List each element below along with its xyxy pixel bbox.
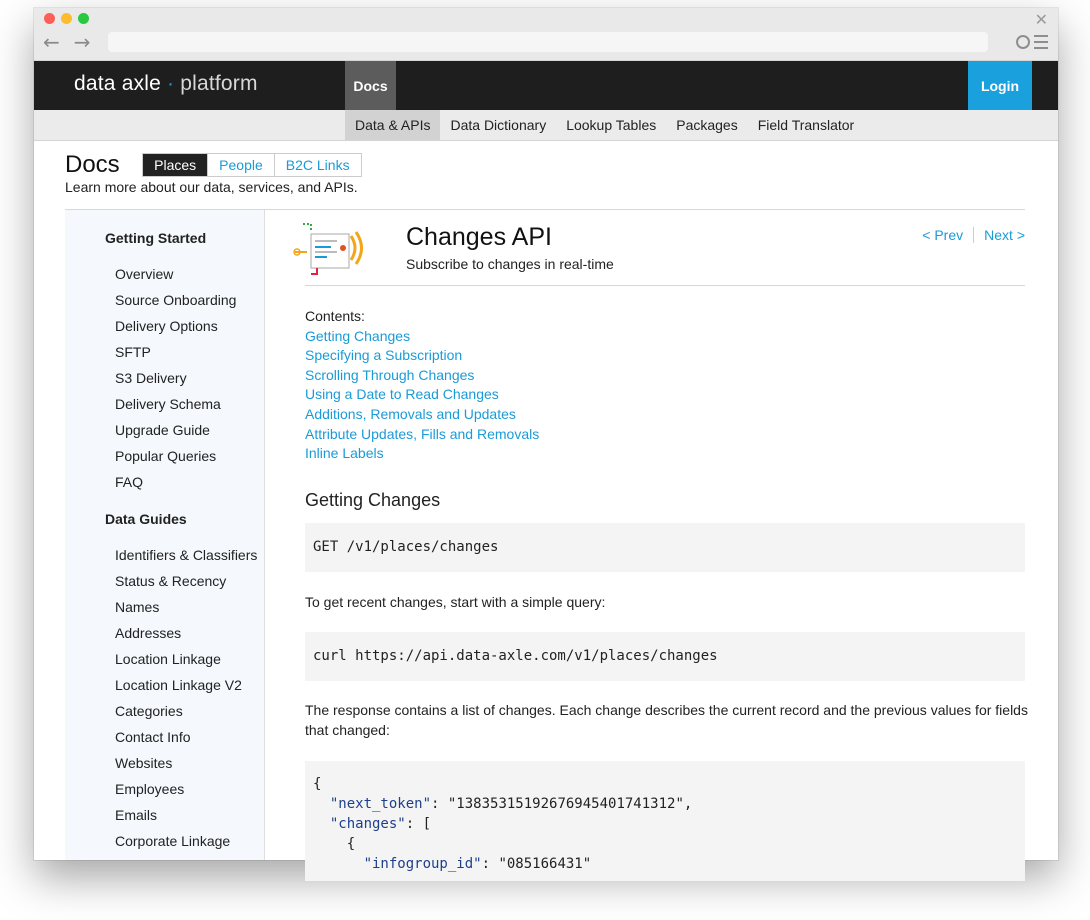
section-heading: Getting Changes — [305, 490, 441, 510]
code-key: "next_token" — [329, 796, 432, 812]
logo-text: data axle — [74, 72, 162, 95]
browser-chrome: ← → ✕ — [34, 8, 1058, 61]
sidebar-item[interactable]: Location Linkage — [115, 651, 221, 667]
code-key: "infogroup_id" — [363, 856, 482, 872]
next-link[interactable]: Next > — [974, 227, 1025, 243]
sidebar-item[interactable]: Status & Recency — [115, 573, 226, 589]
toc-link[interactable]: Inline Labels — [305, 444, 539, 464]
sidebar-group-title: Getting Started — [105, 230, 207, 246]
dataset-switcher: Places People B2C Links — [142, 153, 362, 177]
window-controls — [44, 13, 89, 24]
page-title: Changes API — [406, 223, 552, 251]
sidebar-item[interactable]: Location Linkage V2 — [115, 677, 242, 693]
segment-people[interactable]: People — [207, 154, 274, 176]
code-line: { — [313, 776, 322, 792]
code-value: : "085166431" — [481, 856, 592, 872]
segment-places[interactable]: Places — [143, 154, 208, 176]
sidebar-item[interactable]: Categories — [115, 703, 183, 719]
sidebar: Getting Started Overview Source Onboarding… — [65, 210, 265, 860]
code-value: : [ — [405, 816, 432, 832]
toc-link[interactable]: Additions, Removals and Updates — [305, 405, 539, 425]
page-subtitle: Subscribe to changes in real-time — [406, 256, 614, 272]
data-axle-logo[interactable]: data axle · platform — [74, 72, 258, 96]
toc-link[interactable]: Getting Changes — [305, 327, 539, 347]
subnav-item[interactable]: Packages — [666, 110, 747, 140]
forward-arrow-icon[interactable]: → — [74, 30, 91, 54]
segment-b2c-links[interactable]: B2C Links — [273, 154, 361, 176]
sidebar-item[interactable]: Names — [115, 599, 159, 615]
subnav-item[interactable]: Lookup Tables — [556, 110, 666, 140]
toc-link[interactable]: Using a Date to Read Changes — [305, 385, 539, 405]
subnav-item[interactable]: Data & APIs — [345, 110, 441, 140]
minimize-window-button[interactable] — [61, 13, 72, 24]
sidebar-item[interactable]: Corporate Linkage — [115, 833, 230, 849]
docs-heading: Docs Places People B2C Links — [65, 151, 362, 179]
sidebar-item[interactable]: S3 Delivery — [115, 370, 187, 386]
browser-nav: ← → — [43, 30, 91, 54]
sidebar-item[interactable]: FAQ — [115, 474, 143, 490]
paragraph: The response contains a list of changes.… — [305, 702, 1028, 738]
sidebar-group-title: Data Guides — [105, 511, 187, 527]
code-key: "changes" — [329, 816, 406, 832]
code-value: : "13835315192676945401741312", — [431, 796, 693, 812]
reader-circle-icon[interactable] — [1016, 35, 1030, 49]
sub-navigation: Data & APIs Data Dictionary Lookup Tables P… — [34, 110, 1058, 141]
subnav-item[interactable]: Field Translator — [748, 110, 864, 140]
docs-title: Docs — [65, 151, 120, 178]
divider — [305, 285, 1025, 286]
sidebar-item[interactable]: Emails — [115, 807, 157, 823]
pager: < Prev Next > — [922, 227, 1025, 243]
address-bar[interactable] — [108, 32, 988, 52]
sidebar-item[interactable]: Upgrade Guide — [115, 422, 210, 438]
code-block-json: { "next_token": "13835315192676945401741… — [305, 761, 1025, 881]
code-block-endpoint: GET /v1/places/changes — [305, 523, 1025, 572]
sidebar-item[interactable]: Delivery Options — [115, 318, 218, 334]
nav-docs-tab[interactable]: Docs — [345, 61, 396, 110]
sidebar-item[interactable]: Delivery Schema — [115, 396, 221, 412]
table-of-contents: Contents: Getting Changes Specifying a Su… — [305, 307, 539, 464]
browser-menu-icon[interactable] — [1034, 35, 1048, 49]
contents-label: Contents: — [305, 308, 365, 324]
prev-link[interactable]: < Prev — [922, 227, 975, 243]
sidebar-item[interactable]: Overview — [115, 266, 173, 282]
close-window-button[interactable] — [44, 13, 55, 24]
sidebar-item[interactable]: Contact Info — [115, 729, 191, 745]
logo-separator: · — [167, 72, 175, 95]
login-button[interactable]: Login — [968, 61, 1032, 110]
site-header: data axle · platform Docs Login — [34, 61, 1058, 110]
toc-link[interactable]: Scrolling Through Changes — [305, 366, 539, 386]
code-block-curl: curl https://api.data-axle.com/v1/places… — [305, 632, 1025, 681]
sidebar-item[interactable]: Popular Queries — [115, 448, 216, 464]
sidebar-item[interactable]: Employees — [115, 781, 184, 797]
logo-platform-text: platform — [180, 72, 258, 95]
code-line: { — [346, 836, 356, 852]
sidebar-item[interactable]: Websites — [115, 755, 172, 771]
sidebar-item[interactable]: SFTP — [115, 344, 151, 360]
changes-api-icon — [293, 223, 363, 275]
close-tab-icon[interactable]: ✕ — [1035, 10, 1048, 29]
sidebar-item[interactable]: Identifiers & Classifiers — [115, 547, 257, 563]
sidebar-item[interactable]: Source Onboarding — [115, 292, 236, 308]
subnav-item[interactable]: Data Dictionary — [440, 110, 556, 140]
paragraph: To get recent changes, start with a simp… — [305, 594, 606, 610]
back-arrow-icon[interactable]: ← — [43, 30, 60, 54]
sidebar-item[interactable]: Addresses — [115, 625, 181, 641]
toc-link[interactable]: Specifying a Subscription — [305, 346, 539, 366]
docs-subtitle: Learn more about our data, services, and… — [65, 179, 358, 195]
toc-link[interactable]: Attribute Updates, Fills and Removals — [305, 425, 539, 445]
maximize-window-button[interactable] — [78, 13, 89, 24]
